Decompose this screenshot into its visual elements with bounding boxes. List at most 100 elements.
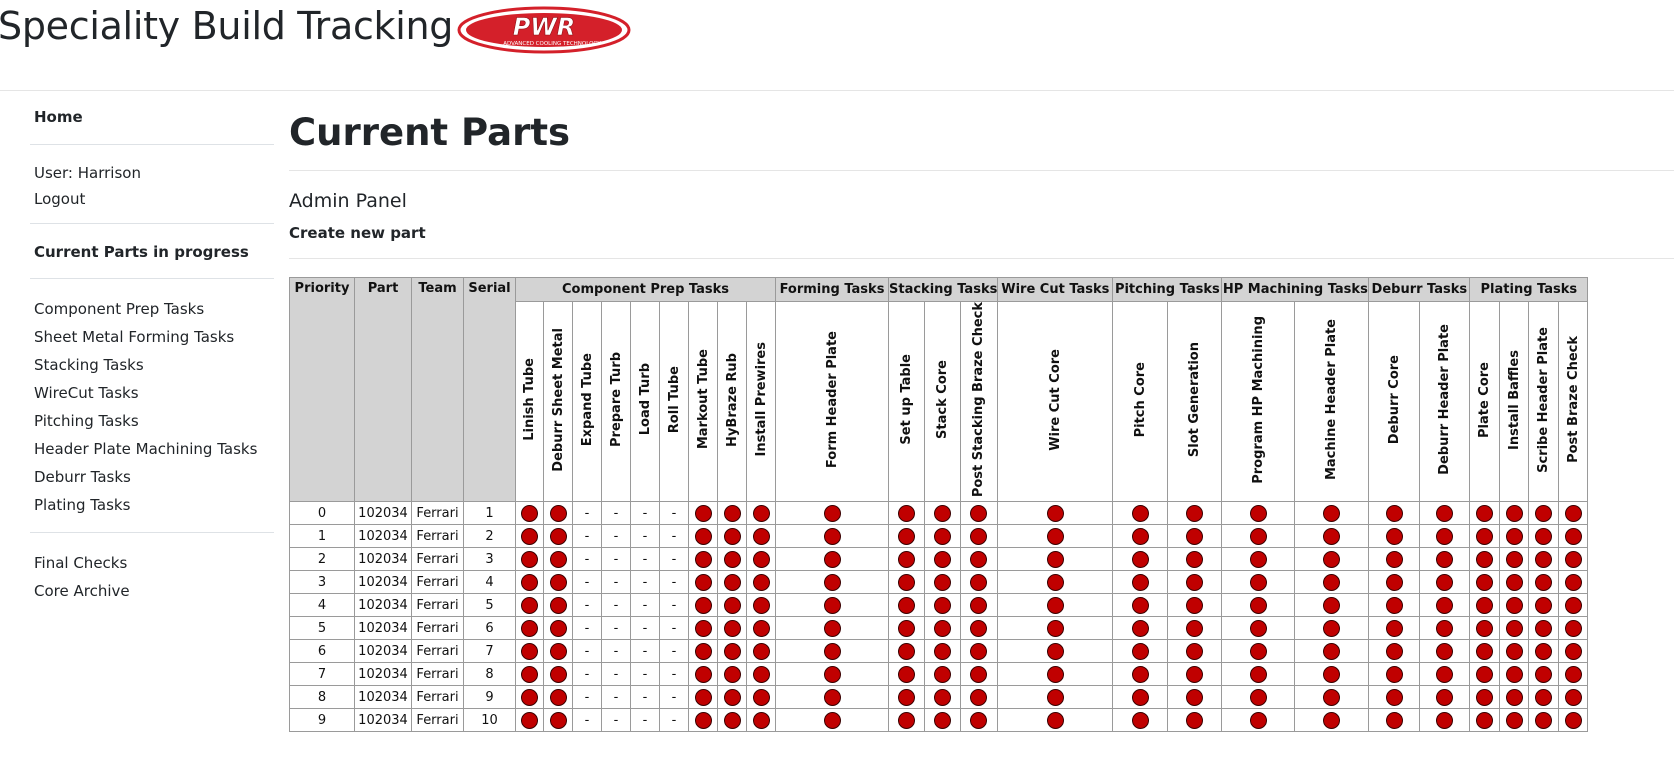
task-status-cell[interactable] — [1419, 593, 1471, 618]
task-status-cell[interactable] — [543, 524, 573, 549]
task-status-cell[interactable] — [959, 639, 999, 664]
task-status-cell[interactable] — [717, 662, 747, 687]
task-status-cell[interactable] — [1221, 593, 1296, 618]
task-status-cell[interactable] — [775, 501, 889, 526]
task-status-cell[interactable] — [1469, 639, 1501, 664]
task-status-cell[interactable] — [1499, 501, 1530, 526]
task-status-cell[interactable] — [1469, 570, 1501, 595]
nav-task-sheet-metal-forming-tasks[interactable]: Sheet Metal Forming Tasks — [30, 323, 274, 351]
task-status-cell[interactable] — [959, 662, 999, 687]
task-status-cell[interactable] — [1558, 501, 1589, 526]
task-status-cell[interactable] — [1528, 639, 1560, 664]
task-status-cell[interactable] — [1499, 662, 1530, 687]
task-status-cell[interactable] — [1221, 616, 1296, 641]
task-status-cell[interactable] — [923, 616, 961, 641]
task-status-cell[interactable] — [1294, 547, 1370, 572]
task-status-cell[interactable] — [746, 570, 776, 595]
task-status-cell[interactable] — [775, 662, 889, 687]
task-status-cell[interactable] — [1419, 708, 1471, 733]
task-status-cell[interactable] — [543, 501, 573, 526]
task-status-cell[interactable] — [1469, 593, 1501, 618]
task-status-cell[interactable] — [688, 616, 718, 641]
nav-logout[interactable]: Logout — [30, 186, 274, 212]
task-status-cell[interactable] — [1294, 708, 1370, 733]
task-status-cell[interactable] — [1112, 616, 1169, 641]
task-status-cell[interactable] — [1368, 708, 1421, 733]
task-status-cell[interactable] — [1419, 639, 1471, 664]
task-status-cell[interactable] — [1558, 639, 1589, 664]
task-status-cell[interactable] — [746, 547, 776, 572]
task-status-cell[interactable] — [888, 570, 925, 595]
task-status-cell[interactable] — [1221, 685, 1296, 710]
task-status-cell[interactable] — [997, 708, 1114, 733]
nav-core-archive[interactable]: Core Archive — [30, 577, 274, 605]
task-status-cell[interactable] — [888, 662, 925, 687]
task-status-cell[interactable] — [1469, 501, 1501, 526]
task-status-cell[interactable] — [1167, 616, 1223, 641]
task-status-cell[interactable] — [997, 616, 1114, 641]
task-status-cell[interactable] — [775, 639, 889, 664]
task-status-cell[interactable] — [775, 570, 889, 595]
task-status-cell[interactable] — [997, 501, 1114, 526]
task-status-cell[interactable] — [1499, 616, 1530, 641]
task-status-cell[interactable] — [1368, 570, 1421, 595]
task-status-cell[interactable] — [888, 547, 925, 572]
nav-final-checks[interactable]: Final Checks — [30, 549, 274, 577]
task-status-cell[interactable] — [959, 685, 999, 710]
task-status-cell[interactable] — [515, 662, 544, 687]
task-status-cell[interactable] — [1528, 685, 1560, 710]
task-status-cell[interactable] — [1528, 524, 1560, 549]
task-status-cell[interactable] — [717, 501, 747, 526]
nav-task-stacking-tasks[interactable]: Stacking Tasks — [30, 351, 274, 379]
task-status-cell[interactable] — [746, 708, 776, 733]
task-status-cell[interactable] — [688, 501, 718, 526]
task-status-cell[interactable] — [688, 570, 718, 595]
task-status-cell[interactable] — [1558, 547, 1589, 572]
task-status-cell[interactable] — [1558, 616, 1589, 641]
task-status-cell[interactable] — [515, 547, 544, 572]
task-status-cell[interactable] — [1368, 662, 1421, 687]
task-status-cell[interactable] — [1294, 593, 1370, 618]
task-status-cell[interactable] — [515, 524, 544, 549]
task-status-cell[interactable] — [1469, 708, 1501, 733]
task-status-cell[interactable] — [1294, 570, 1370, 595]
task-status-cell[interactable] — [1469, 547, 1501, 572]
nav-task-wirecut-tasks[interactable]: WireCut Tasks — [30, 379, 274, 407]
task-status-cell[interactable] — [1499, 593, 1530, 618]
task-status-cell[interactable] — [1221, 524, 1296, 549]
table-row[interactable]: 5 102034 Ferrari 6- - - - — [289, 616, 1589, 641]
task-status-cell[interactable] — [1368, 685, 1421, 710]
task-status-cell[interactable] — [543, 570, 573, 595]
task-status-cell[interactable] — [1499, 685, 1530, 710]
task-status-cell[interactable] — [543, 662, 573, 687]
task-status-cell[interactable] — [1528, 570, 1560, 595]
task-status-cell[interactable] — [1112, 570, 1169, 595]
create-new-part-link[interactable]: Create new part — [289, 223, 426, 243]
task-status-cell[interactable] — [688, 685, 718, 710]
task-status-cell[interactable] — [959, 570, 999, 595]
task-status-cell[interactable] — [997, 639, 1114, 664]
task-status-cell[interactable] — [1112, 501, 1169, 526]
task-status-cell[interactable] — [997, 524, 1114, 549]
nav-task-pitching-tasks[interactable]: Pitching Tasks — [30, 407, 274, 435]
task-status-cell[interactable] — [746, 639, 776, 664]
task-status-cell[interactable] — [1499, 570, 1530, 595]
task-status-cell[interactable] — [515, 616, 544, 641]
task-status-cell[interactable] — [717, 639, 747, 664]
task-status-cell[interactable] — [959, 593, 999, 618]
task-status-cell[interactable] — [1112, 685, 1169, 710]
task-status-cell[interactable] — [1368, 524, 1421, 549]
task-status-cell[interactable] — [1419, 501, 1471, 526]
task-status-cell[interactable] — [775, 547, 889, 572]
task-status-cell[interactable] — [1112, 662, 1169, 687]
task-status-cell[interactable] — [1499, 547, 1530, 572]
task-status-cell[interactable] — [888, 639, 925, 664]
task-status-cell[interactable] — [688, 547, 718, 572]
table-row[interactable]: 7 102034 Ferrari 8- - - - — [289, 662, 1589, 687]
nav-task-header-plate-machining-tasks[interactable]: Header Plate Machining Tasks — [30, 435, 274, 463]
task-status-cell[interactable] — [688, 639, 718, 664]
task-status-cell[interactable] — [1112, 593, 1169, 618]
task-status-cell[interactable] — [1499, 708, 1530, 733]
table-row[interactable]: 0 102034 Ferrari 1- - - - — [289, 501, 1589, 526]
task-status-cell[interactable] — [923, 685, 961, 710]
